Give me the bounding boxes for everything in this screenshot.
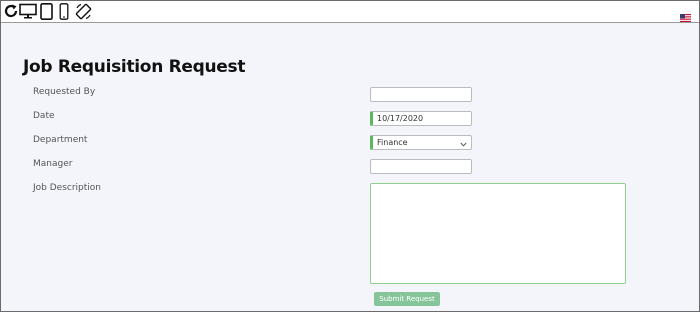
manager-label: Manager bbox=[33, 159, 73, 169]
page-title: Job Requisition Request bbox=[23, 57, 246, 77]
chevron-down-icon bbox=[460, 140, 467, 147]
job-description-label: Job Description bbox=[33, 183, 101, 193]
submit-request-button[interactable]: Submit Request bbox=[374, 292, 440, 306]
toolbar bbox=[1, 1, 699, 23]
department-selected-value: Finance bbox=[377, 138, 408, 147]
requested-by-input[interactable] bbox=[370, 87, 472, 102]
us-flag-icon[interactable] bbox=[680, 7, 691, 22]
job-description-textarea[interactable] bbox=[370, 183, 626, 284]
requested-by-label: Requested By bbox=[33, 87, 96, 97]
date-input[interactable]: 10/17/2020 bbox=[370, 111, 472, 126]
department-label: Department bbox=[33, 135, 88, 145]
reload-icon[interactable] bbox=[3, 3, 19, 19]
phone-icon[interactable] bbox=[59, 3, 69, 20]
department-select[interactable]: Finance bbox=[370, 135, 472, 150]
tablet-icon[interactable] bbox=[40, 3, 53, 20]
app-frame: Job Requisition Request Requested By Dat… bbox=[0, 0, 700, 312]
rotate-icon[interactable] bbox=[75, 3, 92, 20]
desktop-icon[interactable] bbox=[19, 3, 37, 19]
date-label: Date bbox=[33, 111, 55, 121]
manager-input[interactable] bbox=[370, 159, 472, 174]
